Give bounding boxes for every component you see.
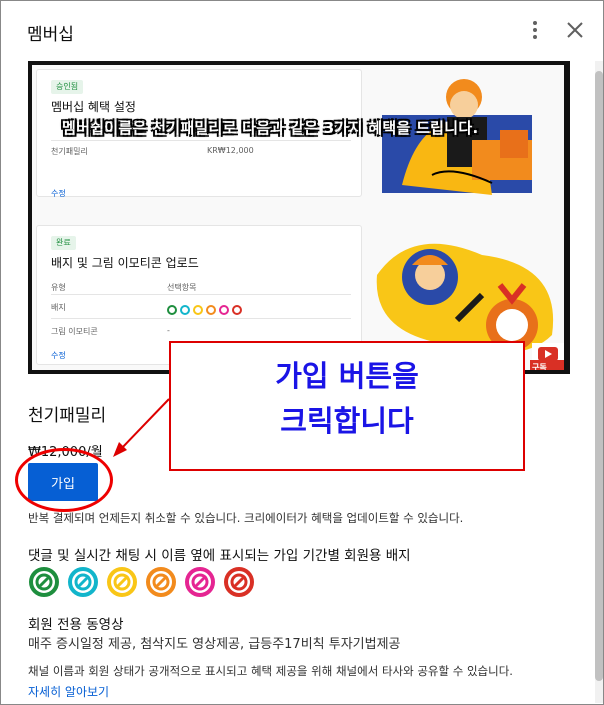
dialog-title: 멤버십 xyxy=(27,25,74,45)
videos-perk-desc: 매주 증시일정 제공, 첨삭지도 영상제공, 급등주17비칙 투자기법제공 xyxy=(28,637,401,652)
learn-more-link[interactable]: 자세히 알아보기 xyxy=(28,683,109,700)
more-vert-icon[interactable] xyxy=(525,19,545,43)
col-choice: 선택항목 xyxy=(167,283,197,292)
row-emoji: 그림 이모티콘 xyxy=(51,327,98,336)
loyalty-badges xyxy=(28,566,259,598)
divider xyxy=(51,294,351,295)
scrollbar[interactable] xyxy=(595,61,603,703)
annotation-callout: 가입 버튼을 크릭합니다 xyxy=(169,341,525,471)
status-chip-done: 완료 xyxy=(51,236,76,250)
annotation-circle xyxy=(15,448,113,512)
close-icon[interactable] xyxy=(563,18,587,42)
loyalty-badge-icon xyxy=(223,566,259,597)
subscribe-badge: 구독 xyxy=(532,363,547,370)
edit-link: 수정 xyxy=(51,189,66,198)
membership-banner-image: 승인됨 멤버십 혜택 설정 천기패밀리 KR₩12,000 수정 완료 배지 및… xyxy=(28,61,570,374)
row-emoji-value: - xyxy=(167,326,170,335)
status-chip-approved: 승인됨 xyxy=(51,80,84,94)
membership-dialog: 멤버십 승인됨 멤버십 혜택 설정 천기패밀리 KR₩12,000 수정 완료 … xyxy=(0,0,604,705)
row-badge: 배지 xyxy=(51,303,66,312)
loyalty-badge-icon xyxy=(67,566,103,597)
tier-price: KR₩12,000 xyxy=(207,146,254,155)
scrollbar-thumb[interactable] xyxy=(595,71,603,681)
annotation-line-2: 크릭합니다 xyxy=(280,404,414,438)
loyalty-badge-icon xyxy=(28,566,64,597)
edit-link: 수정 xyxy=(51,351,66,360)
mini-badges xyxy=(167,300,245,319)
tier-name: 천기패밀리 xyxy=(51,147,88,156)
dialog-header: 멤버십 xyxy=(1,1,603,61)
card-title: 배지 및 그림 이모티콘 업로드 xyxy=(51,256,199,270)
banner-content: 승인됨 멤버십 혜택 설정 천기패밀리 KR₩12,000 수정 완료 배지 및… xyxy=(32,65,564,370)
loyalty-badge-icon xyxy=(184,566,220,597)
card-title: 멤버십 혜택 설정 xyxy=(51,100,136,114)
loyalty-badge-icon xyxy=(145,566,181,597)
renew-note: 반복 결제되며 언제든지 취소할 수 있습니다. 크리에이터가 혜택을 업데이트… xyxy=(28,511,464,525)
divider xyxy=(51,318,351,319)
loyalty-badge-icon xyxy=(106,566,142,597)
disclaimer: 채널 이름과 회원 상태가 공개적으로 표시되고 혜택 제공을 위해 채널에서 … xyxy=(28,664,513,678)
annotation-line-1: 가입 버튼을 xyxy=(275,359,419,393)
videos-perk-title: 회원 전용 동영상 xyxy=(28,617,124,633)
subtitle-overlay: 멤버쉽이름은 천기패밀리로 다음과 같은 3가지 혜택을 드립니다. xyxy=(62,119,479,137)
badges-perk-title: 댓글 및 실시간 채팅 시 이름 옆에 표시되는 가입 기간별 회원용 배지 xyxy=(28,548,411,564)
plan-name: 천기패밀리 xyxy=(28,406,107,426)
col-type: 유형 xyxy=(51,283,66,292)
